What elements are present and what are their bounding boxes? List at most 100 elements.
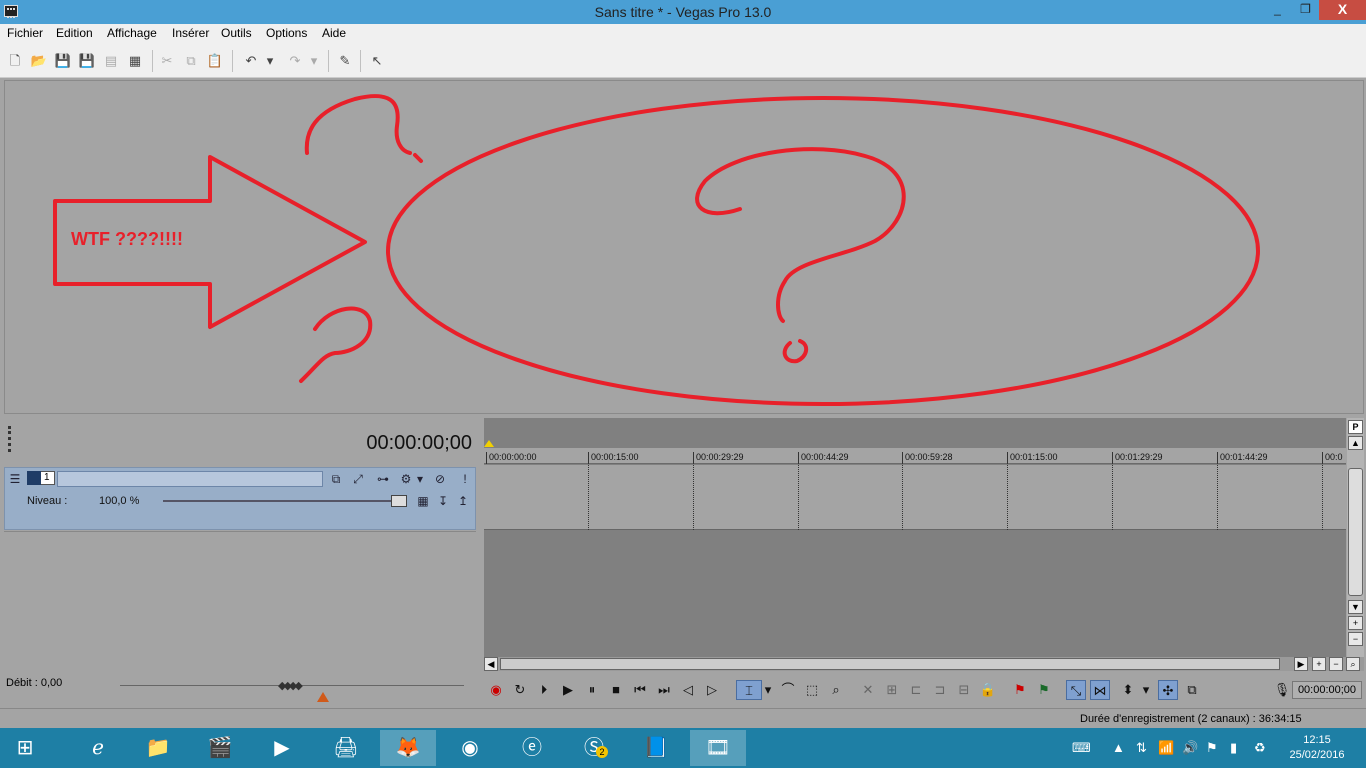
close-button[interactable]: X <box>1319 0 1366 20</box>
notepad-app-icon[interactable]: 📘 <box>628 730 684 766</box>
scroll-down-icon[interactable]: ▼ <box>1348 600 1363 614</box>
menu-affichage[interactable]: Affichage <box>107 26 157 40</box>
record-icon[interactable]: ◉ <box>486 680 506 700</box>
marker-flag-icon[interactable]: P <box>1348 420 1363 434</box>
menu-outils[interactable]: Outils <box>221 26 252 40</box>
undo-icon[interactable]: ↶ <box>242 52 260 70</box>
whats-this-help-icon[interactable]: ↖ <box>368 52 386 70</box>
lock-icon[interactable]: 🔒 <box>978 680 998 700</box>
drag-grip-icon[interactable] <box>8 426 11 452</box>
auto-ripple-icon[interactable]: ⬍ <box>1118 680 1138 700</box>
recycle-icon[interactable]: ♻ <box>1254 740 1266 756</box>
zoom-tool-icon[interactable]: ⌕ <box>1346 657 1360 671</box>
action-center-flag-icon[interactable]: ⚑ <box>1206 740 1218 756</box>
mute-icon[interactable]: ⊘ <box>432 471 448 487</box>
menu-edition[interactable]: Edition <box>56 26 93 40</box>
track-collapse-icon[interactable]: ☰ <box>7 471 23 487</box>
collapse-track-icon[interactable]: ↥ <box>455 493 471 509</box>
menu-fichier[interactable]: Fichier <box>7 26 43 40</box>
track-motion-icon[interactable]: ⤢ <box>350 471 366 487</box>
redo-icon[interactable]: ↷ <box>286 52 304 70</box>
zoom-out-horizontal-icon[interactable]: − <box>1329 657 1343 671</box>
taskbar-clock[interactable]: 12:15 25/02/2016 <box>1287 733 1347 763</box>
trim-icon[interactable]: ⊞ <box>882 680 902 700</box>
internet-explorer-icon[interactable]: ℯ <box>70 730 126 766</box>
copy-icon[interactable]: ⧉ <box>182 52 200 70</box>
volume-icon[interactable]: 🔊 <box>1182 740 1198 756</box>
open-folder-icon[interactable]: 📂 <box>30 52 48 70</box>
scanner-icon[interactable]: 🖨 <box>318 730 374 766</box>
zoom-in-horizontal-icon[interactable]: + <box>1312 657 1326 671</box>
auto-crossfades-icon[interactable]: ⋈ <box>1090 680 1110 700</box>
normal-edit-tool-icon[interactable]: ⌶ <box>736 680 762 700</box>
battery-icon[interactable]: ▮ <box>1230 740 1237 756</box>
file-explorer-icon[interactable]: 📁 <box>130 730 186 766</box>
compositing-mode-icon[interactable]: ⧉ <box>328 471 344 487</box>
zoom-out-vertical-icon[interactable]: − <box>1348 632 1363 646</box>
next-frame-icon[interactable]: ▷ <box>702 680 722 700</box>
save-as-icon[interactable]: 💾 <box>78 52 96 70</box>
sync-icon[interactable]: ⇅ <box>1136 740 1147 756</box>
selection-edit-tool-icon[interactable]: ⬚ <box>802 680 822 700</box>
chrome-icon[interactable]: ◉ <box>442 730 498 766</box>
loop-playback-icon[interactable]: ↻ <box>510 680 530 700</box>
undo-dropdown-icon[interactable]: ▾ <box>264 52 276 70</box>
scroll-left-icon[interactable]: ◀ <box>484 657 498 671</box>
level-slider-thumb[interactable] <box>391 495 407 507</box>
paste-icon[interactable]: 📋 <box>206 52 224 70</box>
cursor-marker[interactable] <box>484 440 494 447</box>
level-slider-track[interactable] <box>163 500 393 502</box>
play-from-start-icon[interactable]: ⏵ <box>534 680 554 700</box>
track-fx-gear-icon[interactable]: ⚙ <box>398 471 414 487</box>
go-to-end-icon[interactable]: ⏭ <box>654 680 674 700</box>
zoom-in-vertical-icon[interactable]: + <box>1348 616 1363 630</box>
go-to-start-icon[interactable]: ⏮ <box>630 680 650 700</box>
previous-frame-icon[interactable]: ◁ <box>678 680 698 700</box>
parent-compositing-icon[interactable]: ⊶ <box>375 471 391 487</box>
horizontal-scroll-thumb[interactable] <box>500 658 1280 670</box>
video-track-header[interactable]: ☰ 1 ⧉ ⤢ ⊶ ⚙ ▾ ⊘ ! Niveau : 100,0 % ▦ ↧ ↥ <box>4 467 476 530</box>
movie-maker-icon[interactable]: 🎬 <box>192 730 248 766</box>
menu-aide[interactable]: Aide <box>322 26 346 40</box>
vertical-scrollbar[interactable]: P ▲ ▼ + − <box>1347 418 1364 658</box>
new-file-icon[interactable]: 🗋 <box>6 52 24 70</box>
redo-dropdown-icon[interactable]: ▾ <box>308 52 320 70</box>
vertical-scroll-thumb[interactable] <box>1348 468 1363 596</box>
play-icon[interactable]: ▶ <box>558 680 578 700</box>
track-name-field[interactable] <box>57 471 323 487</box>
video-track-lane[interactable] <box>484 465 1346 530</box>
vegas-pro-taskbar-icon[interactable]: 🎞 <box>690 730 746 766</box>
render-icon[interactable]: ▤ <box>102 52 120 70</box>
track-list-empty-area[interactable] <box>4 531 476 655</box>
menu-inserer[interactable]: Insérer <box>172 26 209 40</box>
timeline-area[interactable]: 00:00:00:00 00:00:15:00 00:00:29:29 00:0… <box>484 418 1346 658</box>
split-icon[interactable]: ⊟ <box>954 680 974 700</box>
start-button-icon[interactable]: ⊞ <box>0 730 50 766</box>
enable-snapping-icon[interactable]: ⤡ <box>1066 680 1086 700</box>
skype-icon[interactable]: Ⓢ 2 <box>566 730 622 766</box>
cut-icon[interactable]: ✂ <box>158 52 176 70</box>
media-player-icon[interactable]: ▶ <box>254 730 310 766</box>
rate-marker-icon[interactable] <box>317 692 329 702</box>
network-icon[interactable]: 📶 <box>1158 740 1174 756</box>
trim-end-icon[interactable]: ⊐ <box>930 680 950 700</box>
properties-icon[interactable]: ▦ <box>126 52 144 70</box>
time-ruler[interactable]: 00:00:00:00 00:00:15:00 00:00:29:29 00:0… <box>484 448 1346 464</box>
keyboard-icon[interactable]: ⌨ <box>1072 740 1091 756</box>
horizontal-scrollbar[interactable]: ◀ ▶ + − ⌕ <box>484 657 1364 671</box>
scroll-up-icon[interactable]: ▲ <box>1348 436 1363 450</box>
save-icon[interactable]: 💾 <box>54 52 72 70</box>
firefox-icon[interactable]: 🦊 <box>380 730 436 766</box>
edit-tool-dropdown-icon[interactable]: ▾ <box>762 680 774 700</box>
minimize-button[interactable]: _ <box>1264 0 1291 20</box>
microphone-icon[interactable]: 🎙 <box>1272 680 1292 700</box>
pause-icon[interactable]: ⏸ <box>582 680 602 700</box>
generated-media-icon[interactable]: ▦ <box>415 493 431 509</box>
fx-dropdown-icon[interactable]: ▾ <box>415 471 425 487</box>
lock-envelopes-icon[interactable]: ✣ <box>1158 680 1178 700</box>
show-hidden-icons-icon[interactable]: ▲ <box>1112 740 1125 755</box>
normal-edit-tool-icon[interactable]: ✎ <box>336 52 354 70</box>
envelope-edit-tool-icon[interactable]: ⌒ <box>778 680 798 700</box>
delete-icon[interactable]: ✕ <box>858 680 878 700</box>
stop-icon[interactable]: ■ <box>606 680 626 700</box>
